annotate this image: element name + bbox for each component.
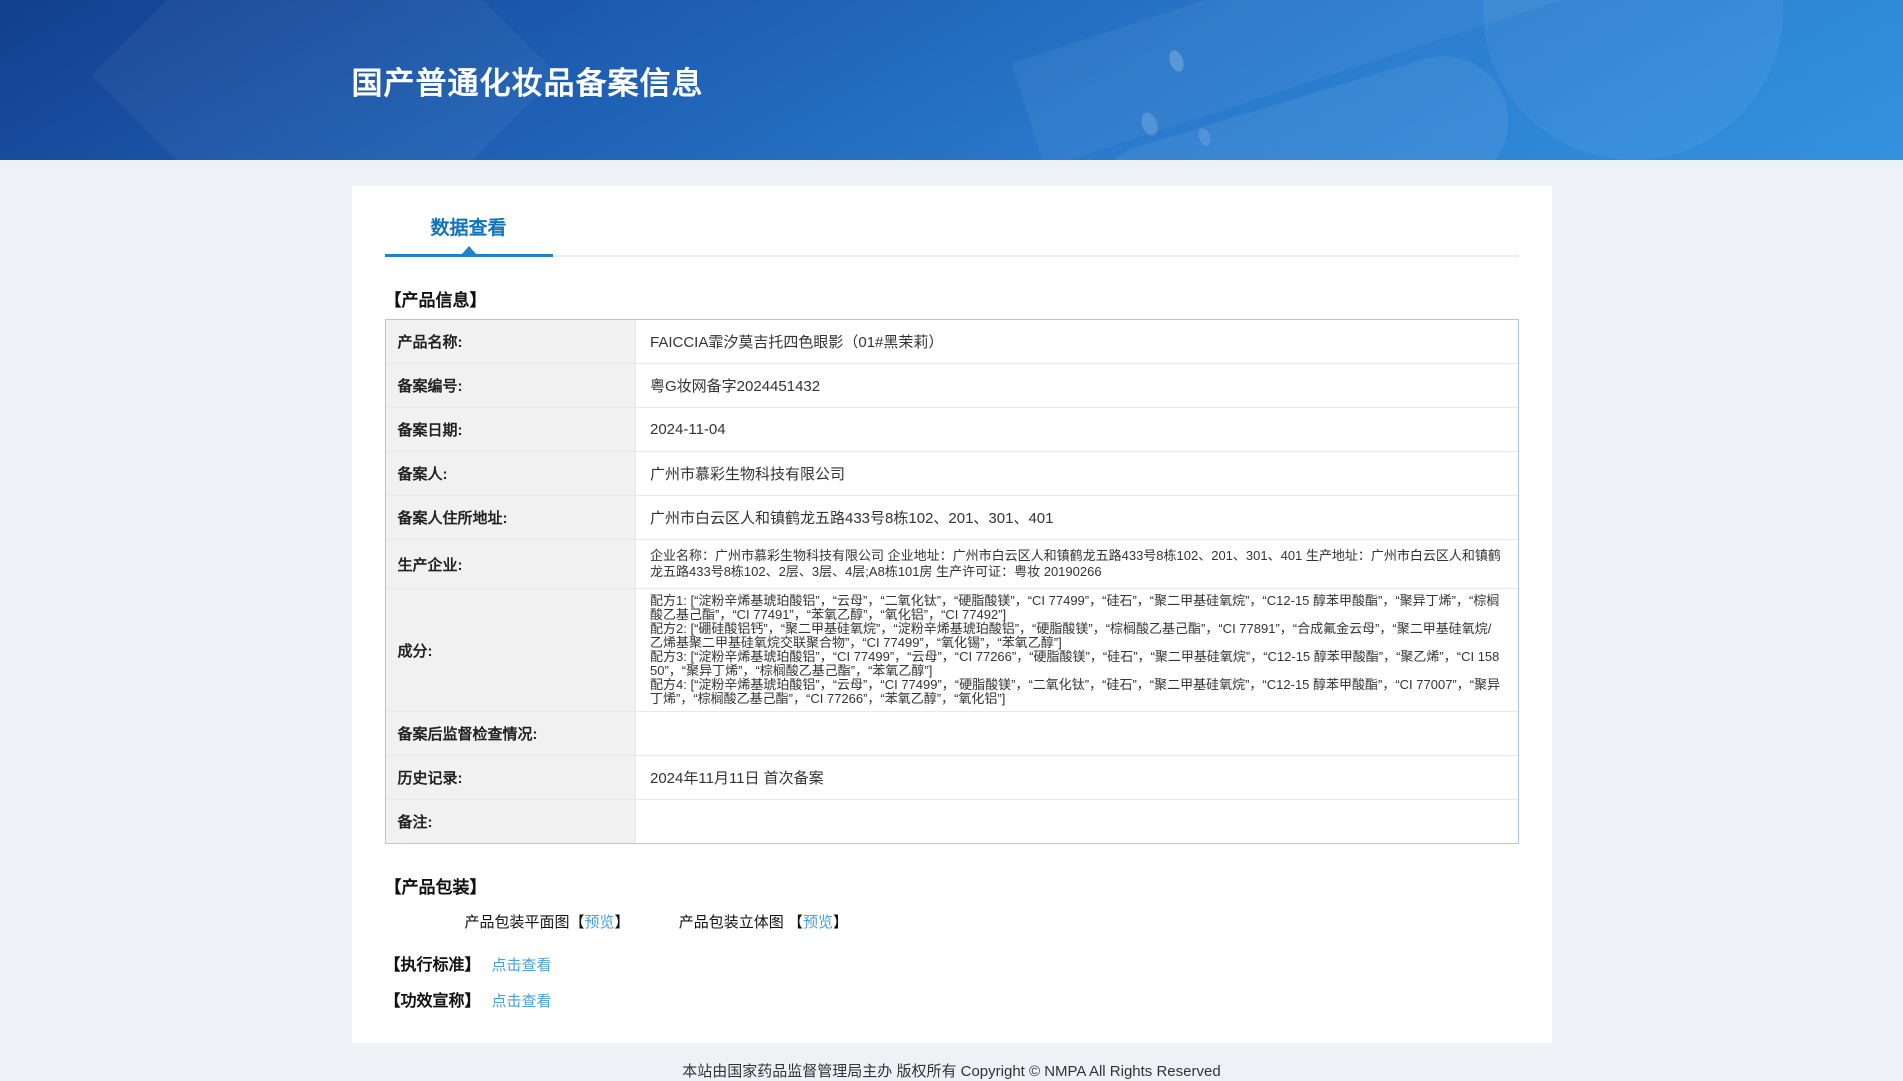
formula-line: 配方1: [“淀粉辛烯基琥珀酸铝”，“云母”，“二氧化钛”，“硬脂酸镁”，“CI… <box>650 593 1500 622</box>
preview-stereo-link[interactable]: 预览 <box>803 914 833 931</box>
package-flat-group: 产品包装平面图【预览】 <box>465 911 630 932</box>
row-value: 2024-11-04 <box>635 407 1518 452</box>
table-row-filer-address: 备案人住所地址: 广州市白云区人和镇鹤龙五路433号8栋102、201、301、… <box>385 495 1518 540</box>
formula-line: 配方2: [“硼硅酸铝钙”，“聚二甲基硅氧烷”，“淀粉辛烯基琥珀酸铝”，“硬脂酸… <box>650 621 1492 650</box>
bracket-close: 】 <box>614 914 630 931</box>
bracket-open: 【 <box>569 914 585 931</box>
content-card: 数据查看 【产品信息】 产品名称: FAICCIA霏汐莫吉托四色眼影（01#黑茉… <box>351 186 1552 1043</box>
row-label: 产品名称: <box>385 320 636 364</box>
row-value <box>635 799 1518 843</box>
row-label: 备案后监督检查情况: <box>385 711 636 756</box>
table-row-remarks: 备注: <box>385 799 1518 843</box>
row-value: 企业名称：广州市慕彩生物科技有限公司 企业地址：广州市白云区人和镇鹤龙五路433… <box>635 539 1518 589</box>
copyright-text: 本站由国家药品监督管理局主办 版权所有 Copyright © NMPA All… <box>682 1063 1221 1080</box>
efficacy-claim-row: 【功效宣称】 点击查看 <box>385 987 1519 1011</box>
bracket-close: 】 <box>832 914 848 931</box>
table-row-filing-date: 备案日期: 2024-11-04 <box>385 407 1518 452</box>
page-title: 国产普通化妆品备案信息 <box>351 66 704 101</box>
formula-line: 配方3: [“淀粉辛烯基琥珀酸铝”，“CI 77499”，“云母”，“CI 77… <box>650 649 1500 678</box>
row-label: 生产企业: <box>385 539 636 589</box>
exec-standard-label: 【执行标准】 <box>384 957 481 974</box>
preview-flat-link[interactable]: 预览 <box>585 914 615 931</box>
row-label: 成分: <box>385 588 636 712</box>
row-value: 广州市慕彩生物科技有限公司 <box>635 451 1518 496</box>
page: 国产普通化妆品备案信息 数据查看 【产品信息】 产品名称: FAICCIA霏汐莫… <box>0 0 1903 1081</box>
row-label: 备注: <box>385 799 636 843</box>
row-value: 2024年11月11日 首次备案 <box>635 755 1518 800</box>
row-label: 备案人住所地址: <box>385 495 636 540</box>
package-stereo-group: 产品包装立体图 【预览】 <box>679 911 848 932</box>
row-label: 历史记录: <box>385 755 636 800</box>
row-label: 备案人: <box>385 451 636 496</box>
row-label: 备案编号: <box>385 363 636 408</box>
section-product-info-label: 【产品信息】 <box>384 291 487 310</box>
package-flat-label: 产品包装平面图 <box>464 914 570 931</box>
formula-line: 配方4: [“淀粉辛烯基琥珀酸铝”，“云母”，“CI 77499”，“硬脂酸镁”… <box>650 677 1501 706</box>
row-value <box>635 711 1518 756</box>
section-product-package-label: 【产品包装】 <box>384 878 487 897</box>
package-links-row: 产品包装平面图【预览】 产品包装立体图 【预览】 <box>465 911 1519 932</box>
tab-data-view[interactable]: 数据查看 <box>384 200 553 257</box>
product-info-table: 产品名称: FAICCIA霏汐莫吉托四色眼影（01#黑茉莉） 备案编号: 粤G妆… <box>384 319 1519 844</box>
row-value: 配方1: [“淀粉辛烯基琥珀酸铝”，“云母”，“二氧化钛”，“硬脂酸镁”，“CI… <box>635 588 1518 712</box>
table-row-ingredients: 成分: 配方1: [“淀粉辛烯基琥珀酸铝”，“云母”，“二氧化钛”，“硬脂酸镁”… <box>385 588 1518 712</box>
table-row-history: 历史记录: 2024年11月11日 首次备案 <box>385 755 1518 800</box>
row-value: 广州市白云区人和镇鹤龙五路433号8栋102、201、301、401 <box>635 495 1518 540</box>
package-stereo-label: 产品包装立体图 <box>678 914 784 931</box>
tab-bar: 数据查看 <box>384 200 1519 257</box>
bracket-open: 【 <box>787 914 803 931</box>
exec-standard-view-link[interactable]: 点击查看 <box>492 957 552 974</box>
efficacy-claim-view-link[interactable]: 点击查看 <box>492 993 552 1010</box>
table-row-filing-number: 备案编号: 粤G妆网备字2024451432 <box>385 363 1518 408</box>
table-row-manufacturer: 生产企业: 企业名称：广州市慕彩生物科技有限公司 企业地址：广州市白云区人和镇鹤… <box>385 539 1518 589</box>
page-header: 国产普通化妆品备案信息 <box>0 0 1903 160</box>
table-row-filer: 备案人: 广州市慕彩生物科技有限公司 <box>385 451 1518 496</box>
row-value: 粤G妆网备字2024451432 <box>635 363 1518 408</box>
table-row-supervision: 备案后监督检查情况: <box>385 711 1518 756</box>
row-label: 备案日期: <box>385 407 636 452</box>
page-footer: 本站由国家药品监督管理局主办 版权所有 Copyright © NMPA All… <box>0 1060 1903 1081</box>
exec-standard-row: 【执行标准】 点击查看 <box>385 951 1519 975</box>
efficacy-claim-label: 【功效宣称】 <box>384 993 481 1010</box>
row-value: FAICCIA霏汐莫吉托四色眼影（01#黑茉莉） <box>635 320 1518 364</box>
table-row-product-name: 产品名称: FAICCIA霏汐莫吉托四色眼影（01#黑茉莉） <box>385 320 1518 364</box>
